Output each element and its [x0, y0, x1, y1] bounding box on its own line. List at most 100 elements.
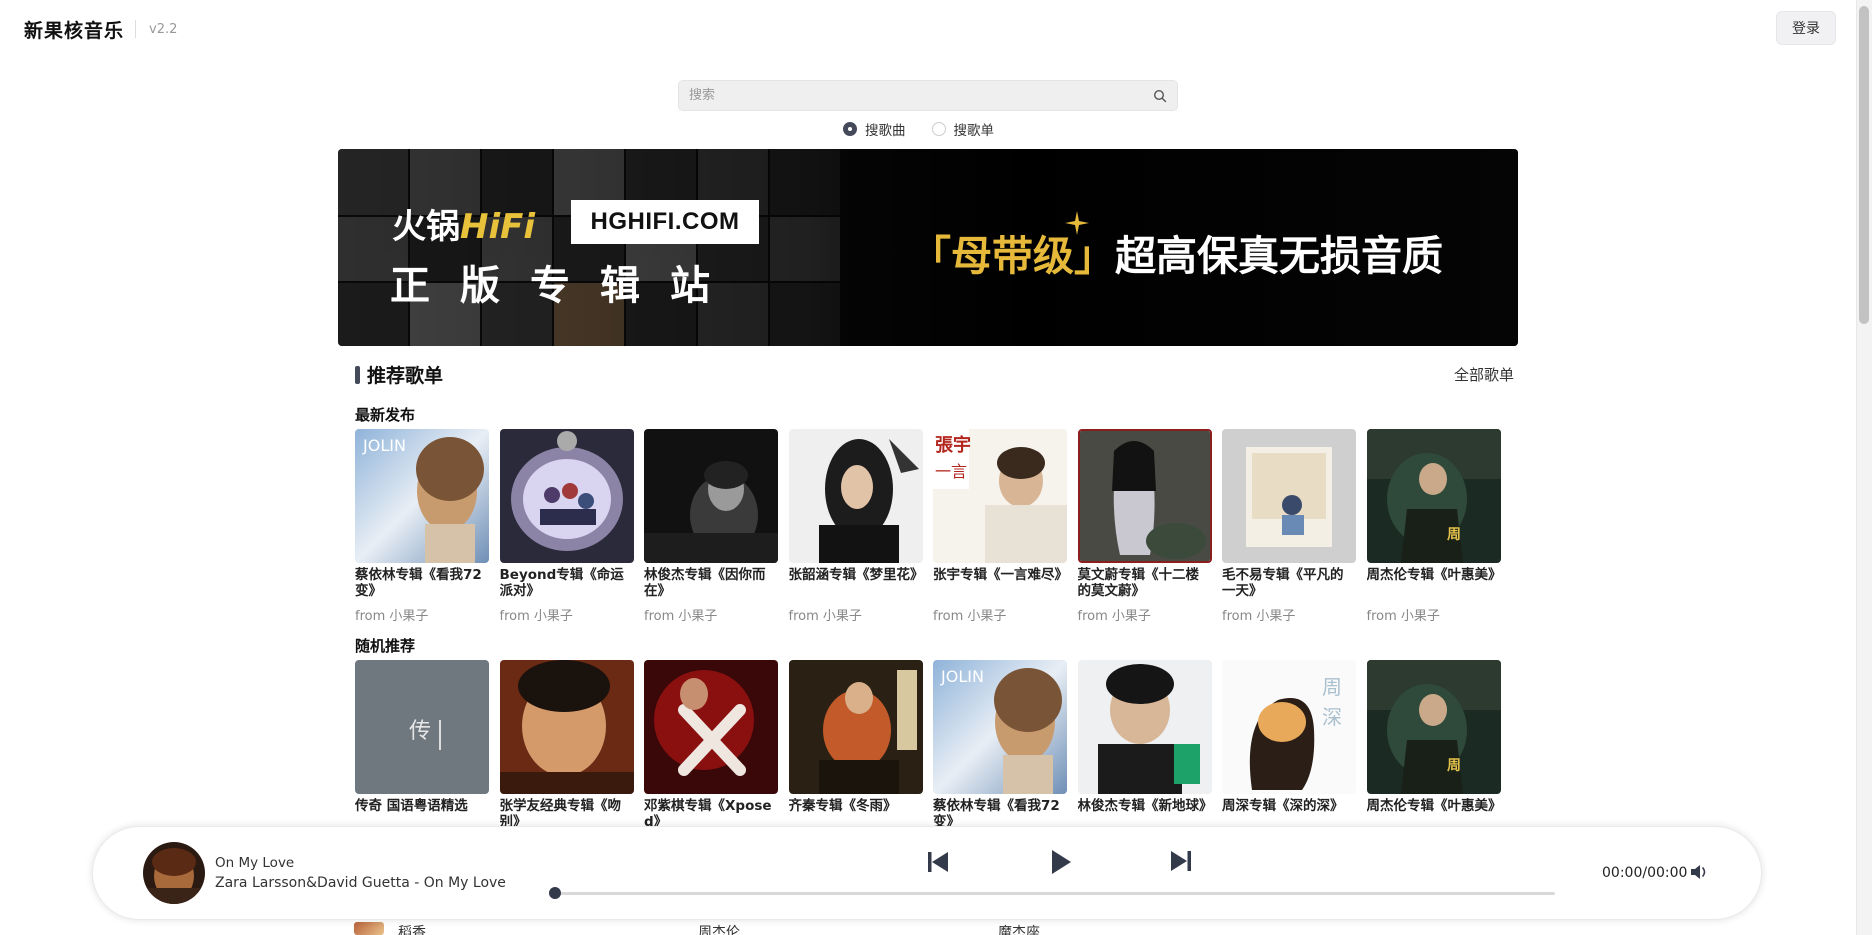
section-header: 推荐歌单 — [355, 361, 443, 388]
card-author: from 小果子 — [1077, 609, 1151, 624]
radio-search-songs[interactable]: 搜歌曲 — [843, 119, 906, 139]
song-thumb[interactable] — [354, 922, 384, 935]
banner-brand-hifi: HiFi — [460, 207, 535, 247]
album-cover[interactable] — [788, 660, 923, 794]
card-title[interactable]: 周杰伦专辑《叶惠美》 — [1367, 798, 1501, 826]
playlist-card[interactable]: JOLIN 蔡依林专辑《看我72变》 — [933, 660, 1067, 826]
card-author: from 小果子 — [644, 609, 718, 624]
previous-icon[interactable] — [925, 849, 951, 875]
latest-title: 最新发布 — [355, 406, 416, 424]
playlist-card[interactable]: 传 传奇 国语粤语精选 — [355, 660, 489, 826]
playlist-card[interactable]: 林俊杰专辑《新地球》 — [1077, 660, 1212, 826]
scrollbar-thumb[interactable] — [1859, 6, 1869, 324]
search-input[interactable] — [689, 81, 1129, 110]
playlist-card[interactable]: Beyond专辑《命运派对》 from 小果子 — [499, 429, 634, 624]
search-icon[interactable] — [1153, 89, 1167, 103]
login-button[interactable]: 登录 — [1776, 11, 1836, 45]
radio-dot-selected[interactable] — [843, 122, 857, 136]
album-cover[interactable] — [1077, 660, 1212, 794]
card-title[interactable]: 毛不易专辑《平凡的一天》 — [1222, 567, 1356, 599]
card-title[interactable]: 张学友经典专辑《吻别》 — [500, 798, 634, 826]
card-title[interactable]: 蔡依林专辑《看我72变》 — [355, 567, 489, 599]
playlist-card[interactable]: 周 周杰伦专辑《叶惠美》 — [1366, 660, 1501, 826]
card-title[interactable]: 莫文蔚专辑《十二楼的莫文蔚》 — [1078, 567, 1212, 599]
brand-title[interactable]: 新果核音乐 — [24, 16, 124, 43]
all-playlists-link[interactable]: 全部歌单 — [1454, 364, 1514, 385]
album-cover[interactable] — [644, 660, 778, 794]
card-title[interactable]: Beyond专辑《命运派对》 — [500, 567, 634, 599]
radio-label: 搜歌单 — [953, 123, 995, 139]
random-title: 随机推荐 — [355, 637, 416, 655]
banner-brand-cn: 火锅 — [392, 207, 460, 247]
card-author: from 小果子 — [788, 609, 862, 624]
card-title[interactable]: 齐秦专辑《冬雨》 — [789, 798, 923, 826]
now-playing-title: On My Love — [215, 855, 295, 871]
sparkle-icon — [1065, 211, 1089, 235]
promo-banner[interactable]: 火锅HiFi HGHIFI.COM 正版专辑站 「母带级」超高保真无损音质 — [338, 149, 1518, 346]
progress-handle[interactable] — [549, 887, 561, 899]
playlist-card[interactable]: 张韶涵专辑《梦里花》 from 小果子 — [788, 429, 923, 624]
album-cover[interactable] — [788, 429, 923, 563]
playlist-card[interactable]: 莫文蔚专辑《十二楼的莫文蔚》 from 小果子 — [1077, 429, 1212, 624]
section-accent-bar — [355, 365, 360, 384]
album-cover[interactable] — [1077, 429, 1212, 563]
album-cover[interactable]: 传 — [355, 660, 489, 794]
card-author: from 小果子 — [1366, 609, 1440, 624]
playlist-card[interactable]: JOLIN 蔡依林专辑《看我72变》 from 小果子 — [355, 429, 489, 624]
radio-dot[interactable] — [931, 122, 946, 136]
album-cover[interactable]: 周 — [1366, 660, 1501, 794]
card-author: from 小果子 — [933, 609, 1007, 624]
banner-site-url: HGHIFI.COM — [571, 200, 759, 244]
banner-bracket-close: 」 — [1074, 232, 1115, 280]
playlist-card[interactable]: 毛不易专辑《平凡的一天》 from 小果子 — [1222, 429, 1356, 624]
card-title[interactable]: 蔡依林专辑《看我72变》 — [933, 798, 1067, 826]
card-title[interactable]: 周深专辑《深的深》 — [1222, 798, 1356, 826]
playlist-card[interactable]: 邓紫棋专辑《Xposed》 — [644, 660, 778, 826]
music-player: On My Love Zara Larsson&David Guetta - O… — [92, 826, 1762, 920]
card-title[interactable]: 周杰伦专辑《叶惠美》 — [1367, 567, 1501, 599]
card-title[interactable]: 张韶涵专辑《梦里花》 — [789, 567, 923, 599]
next-icon[interactable] — [1168, 848, 1194, 874]
card-title[interactable]: 传奇 国语粤语精选 — [355, 798, 489, 826]
album-cover[interactable] — [1222, 429, 1356, 563]
banner-brand: 火锅HiFi — [392, 199, 535, 248]
banner-bracket-open: 「 — [910, 232, 951, 280]
song-artist[interactable]: 周杰伦 — [698, 922, 740, 935]
svg-text:一言: 一言 — [935, 462, 967, 481]
now-playing-cover[interactable] — [143, 842, 205, 904]
song-name[interactable]: 稻香 — [398, 922, 426, 935]
card-title[interactable]: 张宇专辑《一言难尽》 — [933, 567, 1067, 599]
card-author: from 小果子 — [355, 609, 429, 624]
banner-slogan-right: 「母带级」超高保真无损音质 — [910, 222, 1443, 282]
song-album[interactable]: 魔杰座 — [998, 922, 1040, 935]
album-cover[interactable]: 周 — [1366, 429, 1501, 563]
playlist-card[interactable]: 周 周杰伦专辑《叶惠美》 from 小果子 — [1366, 429, 1501, 624]
album-cover[interactable] — [499, 429, 634, 563]
album-cover[interactable]: JOLIN — [355, 429, 489, 563]
volume-icon[interactable] — [1689, 863, 1709, 881]
card-title[interactable]: 邓紫棋专辑《Xposed》 — [644, 798, 778, 826]
album-cover[interactable]: 周深 — [1222, 660, 1356, 794]
app-header: 新果核音乐 v2.2 登录 — [0, 0, 1856, 60]
search-box — [678, 80, 1178, 111]
play-icon[interactable] — [1045, 847, 1075, 877]
album-cover[interactable] — [499, 660, 634, 794]
playlist-card[interactable]: 周深 周深专辑《深的深》 — [1222, 660, 1356, 826]
svg-text:周: 周 — [1447, 527, 1461, 543]
radio-search-playlists[interactable]: 搜歌单 — [931, 119, 995, 139]
playlist-card[interactable]: 齐秦专辑《冬雨》 — [788, 660, 923, 826]
banner-slogan-left: 正版专辑站 — [390, 263, 740, 309]
section-title: 推荐歌单 — [367, 365, 444, 387]
version-label: v2.2 — [149, 22, 178, 37]
album-cover[interactable]: JOLIN — [933, 660, 1067, 794]
playlist-card[interactable]: 張宇 一言 张宇专辑《一言难尽》 from 小果子 — [933, 429, 1067, 624]
playlist-card[interactable]: 林俊杰专辑《因你而在》 from 小果子 — [644, 429, 778, 624]
card-title[interactable]: 林俊杰专辑《因你而在》 — [644, 567, 778, 599]
card-title[interactable]: 林俊杰专辑《新地球》 — [1078, 798, 1212, 826]
playlist-card[interactable]: 张学友经典专辑《吻别》 — [499, 660, 634, 826]
page-scrollbar[interactable] — [1856, 0, 1872, 935]
album-cover[interactable]: 張宇 一言 — [933, 429, 1067, 563]
album-cover[interactable] — [644, 429, 778, 563]
search-type-group: 搜歌曲 搜歌单 — [843, 119, 1020, 139]
progress-track[interactable] — [555, 892, 1555, 895]
